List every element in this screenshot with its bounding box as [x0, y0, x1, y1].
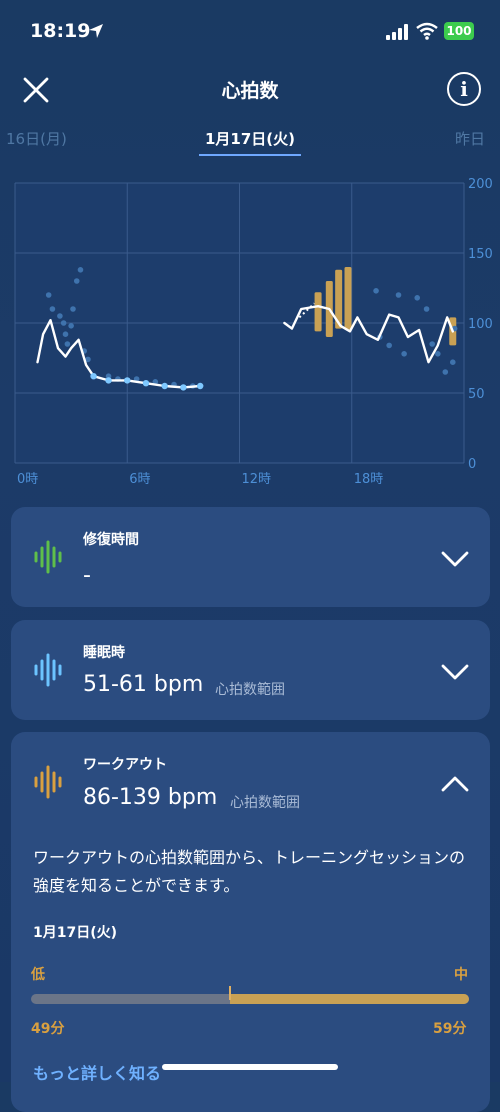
y-tick-label: 50: [468, 387, 485, 402]
x-tick-label: 12時: [242, 472, 272, 487]
workout-bar: [344, 267, 352, 330]
info-icon[interactable]: i: [447, 72, 481, 106]
tab-underline: [199, 154, 301, 156]
chevron-down-icon[interactable]: [441, 549, 469, 569]
header: 心拍数 i: [0, 68, 500, 112]
chevron-up-icon[interactable]: [441, 774, 469, 794]
scatter-point: [68, 323, 74, 329]
mid-minutes: 59分: [433, 1021, 467, 1037]
x-tick-label: 6時: [129, 472, 150, 487]
y-tick-label: 0: [468, 457, 476, 472]
sleep-point: [161, 382, 168, 390]
sleep-sub: 心拍数範囲: [215, 682, 285, 698]
scatter-point: [386, 342, 392, 349]
battery-indicator: 100: [444, 22, 474, 40]
learn-more-link[interactable]: もっと詳しく知る: [33, 1060, 161, 1084]
scatter-point: [401, 351, 407, 357]
sleep-point: [90, 373, 97, 380]
y-tick-label: 100: [468, 317, 493, 332]
heart-rate-chart[interactable]: 200 150 100 50 0 0時 6時 12時 18時: [0, 170, 500, 495]
sleep-point: [142, 380, 150, 387]
scatter-point: [64, 341, 71, 347]
scatter-point: [57, 313, 63, 319]
scatter-point: [414, 295, 421, 301]
scatter-point: [429, 341, 435, 347]
scatter-point: [423, 306, 430, 312]
tab-next-day[interactable]: 昨日: [455, 128, 485, 149]
scatter-point: [435, 351, 441, 357]
location-arrow-icon: [89, 24, 103, 38]
intensity-low-label: 低: [31, 967, 45, 983]
intensity-bar-divider: [228, 986, 231, 1000]
workout-description: ワークアウトの心拍数範囲から、トレーニングセッションの強度を知ることができます。: [33, 848, 466, 895]
intensity-bar: [31, 994, 469, 1004]
page-title: 心拍数: [221, 80, 279, 102]
cellular-signal-icon: [386, 24, 408, 40]
scatter-point: [45, 292, 52, 298]
scatter-point: [77, 267, 84, 273]
low-minutes: 49分: [31, 1021, 65, 1037]
recovery-value: -: [83, 563, 91, 588]
tab-previous-day[interactable]: 16日(月): [6, 128, 67, 149]
workout-card[interactable]: ワークアウト 86-139 bpm 心拍数範囲 ワークアウトの心拍数範囲から、ト…: [11, 732, 490, 1112]
scatter-point: [442, 369, 449, 375]
scatter-point: [373, 288, 379, 294]
sleep-point: [197, 382, 204, 390]
workout-sub: 心拍数範囲: [230, 795, 300, 811]
sleep-point: [124, 377, 131, 384]
x-tick-label: 18時: [354, 472, 384, 487]
y-tick-label: 200: [468, 177, 493, 192]
recovery-label: 修復時間: [83, 532, 139, 548]
chevron-down-icon[interactable]: [441, 662, 469, 682]
workout-waveform-icon: [34, 765, 62, 799]
tab-current-day[interactable]: 1月17日(火): [200, 128, 300, 149]
scatter-point: [73, 278, 80, 284]
recovery-waveform-icon: [34, 540, 62, 574]
workout-label: ワークアウト: [83, 757, 167, 773]
sleep-point: [105, 377, 112, 384]
home-indicator[interactable]: [162, 1064, 338, 1070]
status-time: 18:19: [30, 20, 91, 42]
date-tabs: 16日(月) 1月17日(火) 昨日: [0, 124, 500, 158]
y-tick-label: 150: [468, 247, 493, 262]
intensity-mid-label: 中: [454, 967, 468, 983]
sleep-label: 睡眠時: [83, 645, 125, 661]
scatter-point: [395, 292, 402, 298]
scatter-point: [49, 306, 56, 312]
recovery-card[interactable]: 修復時間 -: [11, 507, 490, 607]
wifi-icon: [416, 22, 438, 40]
workout-date: 1月17日(火): [33, 925, 118, 941]
sleep-card[interactable]: 睡眠時 51-61 bpm 心拍数範囲: [11, 620, 490, 720]
sleep-value: 51-61 bpm: [83, 672, 204, 697]
sleep-point: [180, 384, 187, 391]
intensity-bar-mid-fill: [229, 994, 469, 1004]
x-tick-label: 0時: [17, 472, 38, 487]
scatter-point: [60, 320, 67, 326]
scatter-point: [70, 306, 76, 312]
scatter-point: [62, 331, 69, 337]
status-bar: 18:19 100: [0, 0, 500, 62]
workout-bar: [314, 292, 322, 332]
sleep-waveform-icon: [34, 653, 62, 687]
scatter-point: [449, 359, 456, 365]
workout-value: 86-139 bpm: [83, 785, 218, 810]
